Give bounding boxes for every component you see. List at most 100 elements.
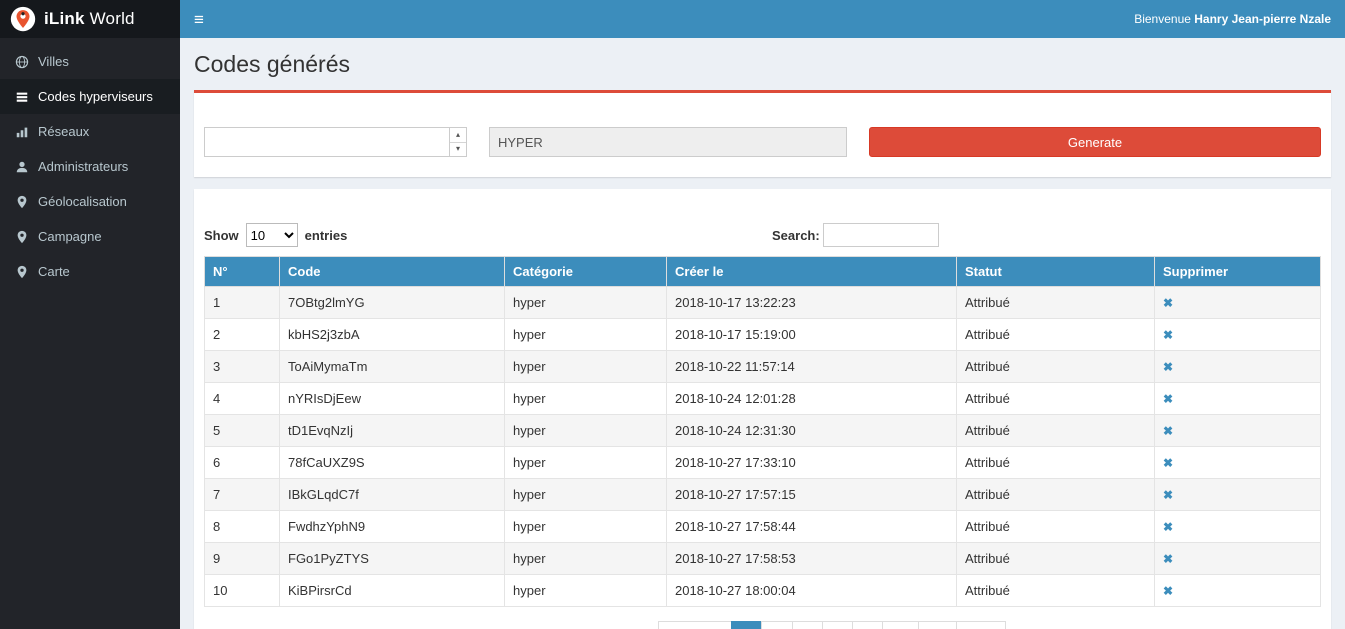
user-icon [15,160,29,174]
column-header-delete[interactable]: Supprimer [1155,257,1321,287]
generate-button[interactable]: Generate [869,127,1321,157]
sidebar-item-label: Villes [38,54,69,69]
cell-code: IBkGLqdC7f [280,479,505,511]
cell-num: 9 [205,543,280,575]
cell-category: hyper [505,543,667,575]
generator-panel: ▴▾ Generate [194,90,1331,177]
table-row: 10 KiBPirsrCd hyper 2018-10-27 18:00:04 … [205,575,1321,607]
column-header-code[interactable]: Code [280,257,505,287]
cell-status: Attribué [957,383,1155,415]
spinner-up-icon[interactable]: ▴ [450,128,466,143]
table-body: 1 7OBtg2lmYG hyper 2018-10-17 13:22:23 A… [205,287,1321,607]
delete-icon[interactable]: ✖ [1163,296,1173,310]
cell-num: 4 [205,383,280,415]
delete-icon[interactable]: ✖ [1163,424,1173,438]
cell-delete: ✖ [1155,287,1321,319]
delete-icon[interactable]: ✖ [1163,488,1173,502]
delete-icon[interactable]: ✖ [1163,392,1173,406]
delete-icon[interactable]: ✖ [1163,552,1173,566]
table-row: 6 78fCaUXZ9S hyper 2018-10-27 17:33:10 A… [205,447,1321,479]
table-controls: Show 10 entries Search: [204,223,1321,249]
column-header-category[interactable]: Catégorie [505,257,667,287]
spinner-down-icon[interactable]: ▾ [450,143,466,157]
sidebar-item-label: Codes hyperviseurs [38,89,153,104]
table-row: 4 nYRIsDjEew hyper 2018-10-24 12:01:28 A… [205,383,1321,415]
cell-num: 5 [205,415,280,447]
pagination-2[interactable]: 2 [761,621,792,629]
chart-icon [15,125,29,139]
cell-code: 7OBtg2lmYG [280,287,505,319]
cell-category: hyper [505,511,667,543]
cell-category: hyper [505,383,667,415]
pagination-1[interactable]: 1 [731,621,762,629]
cell-delete: ✖ [1155,479,1321,511]
table-panel: Show 10 entries Search: N° Code Catégori… [194,189,1331,629]
cell-category: hyper [505,479,667,511]
table-header-row: N° Code Catégorie Créer le Statut Suppri… [205,257,1321,287]
cell-category: hyper [505,319,667,351]
cell-num: 8 [205,511,280,543]
pagination-22[interactable]: 22 [918,621,956,629]
table-row: 1 7OBtg2lmYG hyper 2018-10-17 13:22:23 A… [205,287,1321,319]
pagination-next[interactable]: Next [956,621,1007,629]
cell-created: 2018-10-17 15:19:00 [667,319,957,351]
sidebar-menu: Villes Codes hyperviseurs Réseaux Administr… [0,38,180,289]
table-row: 3 ToAiMymaTm hyper 2018-10-22 11:57:14 A… [205,351,1321,383]
sidebar-item-reseaux[interactable]: Réseaux [0,114,180,149]
column-header-created[interactable]: Créer le [667,257,957,287]
sidebar-item-administrateurs[interactable]: Administrateurs [0,149,180,184]
sidebar-item-geolocalisation[interactable]: Géolocalisation [0,184,180,219]
cell-status: Attribué [957,511,1155,543]
delete-icon[interactable]: ✖ [1163,360,1173,374]
cell-delete: ✖ [1155,351,1321,383]
quantity-spinner: ▴▾ [449,128,466,156]
column-header-num[interactable]: N° [205,257,280,287]
cell-status: Attribué [957,287,1155,319]
delete-icon[interactable]: ✖ [1163,328,1173,342]
cell-code: 78fCaUXZ9S [280,447,505,479]
quantity-field-wrap: ▴▾ [204,127,467,157]
pin-icon [15,265,29,279]
sidebar-item-codes-hyperviseurs[interactable]: Codes hyperviseurs [0,79,180,114]
cell-status: Attribué [957,415,1155,447]
search-control: Search: [772,223,939,247]
delete-icon[interactable]: ✖ [1163,456,1173,470]
main-content: Codes générés ▴▾ Generate Show 10 entrie… [180,38,1345,629]
table-row: 5 tD1EvqNzIj hyper 2018-10-24 12:31:30 A… [205,415,1321,447]
page-length-control: Show 10 entries [204,223,347,247]
sidebar-toggle-icon[interactable]: ≡ [194,11,204,28]
page-length-select[interactable]: 10 [246,223,298,247]
cell-category: hyper [505,351,667,383]
entries-label: entries [305,228,348,243]
sidebar-item-villes[interactable]: Villes [0,44,180,79]
delete-icon[interactable]: ✖ [1163,584,1173,598]
content-header: Codes générés [180,38,1345,78]
pagination-4[interactable]: 4 [822,621,853,629]
table-row: 8 FwdhzYphN9 hyper 2018-10-27 17:58:44 A… [205,511,1321,543]
pagination-previous[interactable]: Previous [658,621,733,629]
brand[interactable]: iLink World [0,0,180,38]
sidebar-item-campagne[interactable]: Campagne [0,219,180,254]
sidebar-item-label: Géolocalisation [38,194,127,209]
pagination-5[interactable]: 5 [852,621,883,629]
delete-icon[interactable]: ✖ [1163,520,1173,534]
list-icon [15,90,29,104]
generator-form: ▴▾ Generate [204,127,1321,157]
sidebar-item-label: Réseaux [38,124,89,139]
category-input[interactable] [489,127,847,157]
globe-icon [15,55,29,69]
cell-num: 6 [205,447,280,479]
cell-num: 1 [205,287,280,319]
cell-category: hyper [505,575,667,607]
cell-delete: ✖ [1155,575,1321,607]
user-name: Hanry Jean-pierre Nzale [1194,12,1331,26]
cell-delete: ✖ [1155,511,1321,543]
cell-created: 2018-10-27 17:57:15 [667,479,957,511]
cell-delete: ✖ [1155,319,1321,351]
sidebar-item-carte[interactable]: Carte [0,254,180,289]
quantity-input[interactable] [204,127,467,157]
search-input[interactable] [823,223,939,247]
pagination-3[interactable]: 3 [792,621,823,629]
column-header-status[interactable]: Statut [957,257,1155,287]
cell-status: Attribué [957,543,1155,575]
